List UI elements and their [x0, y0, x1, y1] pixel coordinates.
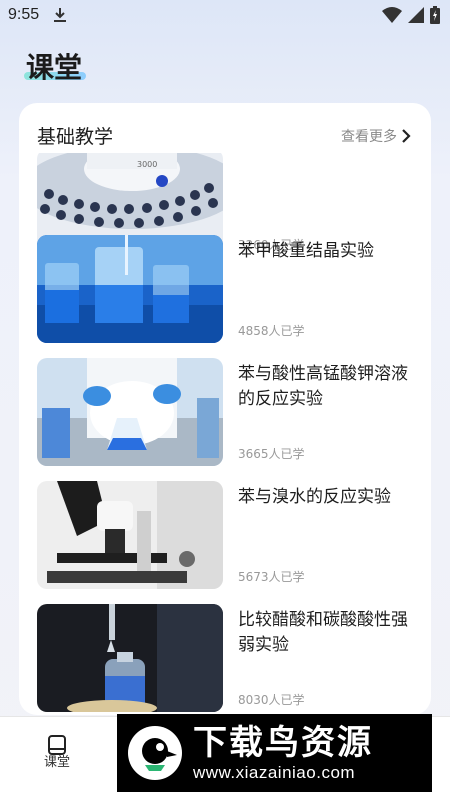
status-time: 9:55	[8, 6, 40, 23]
course-thumbnail	[37, 358, 223, 466]
course-item[interactable]: 苯与酸性高锰酸钾溶液的反应实验 3665人已学	[19, 358, 431, 466]
section-header: 基础教学 查看更多	[19, 103, 431, 153]
page-title: 课堂	[26, 51, 83, 84]
course-learner-count: 4858人已学	[238, 324, 305, 338]
wifi-icon	[382, 7, 402, 23]
svg-text:3000: 3000	[137, 160, 157, 169]
download-icon	[54, 8, 67, 22]
course-learner-count: 8030人已学	[238, 693, 305, 707]
watermark-url: www.xiazainiao.com	[193, 763, 356, 782]
course-title: 苯与酸性高锰酸钾溶液的反应实验	[238, 364, 408, 409]
section-title: 基础教学	[37, 126, 114, 148]
course-title: 比较醋酸和碳酸酸性强弱实验	[238, 610, 408, 655]
battery-icon	[430, 6, 440, 24]
course-thumbnail	[37, 481, 223, 589]
watermark-title: 下载鸟资源	[193, 723, 373, 763]
watermark-banner: 下载鸟资源 www.xiazainiao.com	[117, 714, 432, 792]
view-more-link[interactable]: 查看更多	[341, 126, 411, 146]
status-bar: 9:55	[0, 0, 450, 30]
course-list: 3000 3260人已学 苯甲酸重结晶实验 4858人已学 苯与酸性高锰酸钾溶液…	[19, 153, 431, 715]
course-title: 苯甲酸重结晶实验	[238, 241, 374, 261]
book-icon	[48, 735, 66, 755]
course-thumbnail	[37, 235, 223, 343]
basic-teaching-card: 基础教学 查看更多 3000 3260人已学 苯甲酸重结晶实验 4858人已学 …	[19, 103, 431, 715]
signal-icon	[408, 7, 424, 23]
nav-item-classroom[interactable]: 课堂	[36, 731, 78, 770]
course-learner-count: 3665人已学	[238, 447, 305, 461]
course-learner-count: 5673人已学	[238, 570, 305, 584]
course-thumbnail	[37, 604, 223, 712]
course-title: 苯与溴水的反应实验	[238, 487, 391, 507]
course-item[interactable]: 苯与溴水的反应实验 5673人已学	[19, 481, 431, 589]
course-item[interactable]: 苯甲酸重结晶实验 4858人已学	[19, 235, 431, 343]
course-item[interactable]: 比较醋酸和碳酸酸性强弱实验 8030人已学	[19, 604, 431, 712]
bird-logo-icon	[128, 726, 182, 780]
chevron-right-icon	[402, 129, 411, 143]
view-more-label: 查看更多	[341, 129, 397, 145]
